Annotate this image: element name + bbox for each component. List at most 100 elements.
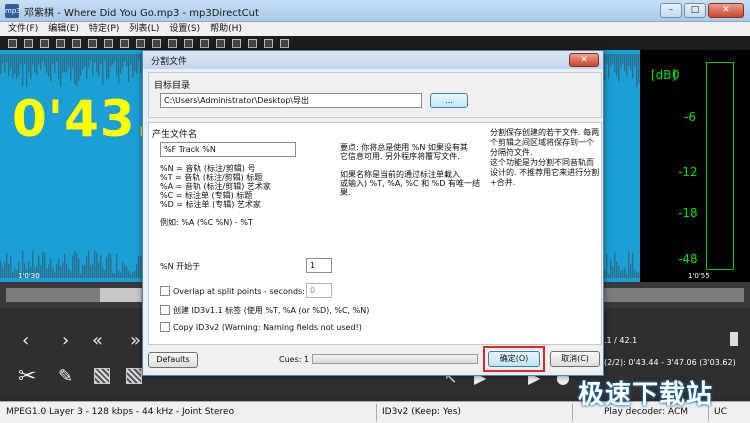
next-icon[interactable]: › — [62, 330, 69, 351]
menu-help[interactable]: 帮助(H) — [210, 22, 242, 36]
cue-icon[interactable] — [168, 38, 177, 48]
zoom-in-icon[interactable] — [248, 38, 257, 48]
wave-strand — [612, 54, 614, 64]
rewind-icon[interactable]: « — [92, 330, 103, 351]
wave-strand — [130, 54, 132, 65]
paste-icon[interactable] — [88, 38, 97, 48]
wave-strand — [66, 54, 68, 73]
wave-strand — [42, 54, 44, 63]
minimize-button[interactable]: – — [660, 3, 682, 18]
delete-icon[interactable] — [104, 38, 113, 48]
wave-strand — [40, 54, 42, 70]
browse-button[interactable]: ... — [430, 93, 468, 108]
status-separator — [376, 404, 377, 421]
save-as-icon[interactable] — [40, 38, 49, 48]
cancel-button[interactable]: 取消(C) — [550, 351, 600, 367]
ok-button[interactable]: 确定(O) — [488, 351, 540, 367]
wave-strand — [118, 54, 120, 84]
id3v2-checkbox[interactable] — [160, 322, 170, 332]
scissors-icon[interactable]: ✂ — [18, 364, 36, 389]
play-icon[interactable] — [216, 38, 225, 48]
record-icon[interactable] — [200, 38, 209, 48]
save-icon[interactable] — [24, 38, 33, 48]
info-icon[interactable] — [280, 38, 289, 48]
volume-slider[interactable] — [730, 332, 738, 346]
dialog-title: 分割文件 — [151, 57, 188, 67]
meter-level-18: -18 — [678, 206, 698, 220]
wave-strand — [92, 54, 94, 77]
wave-strand — [624, 267, 626, 278]
undo-icon[interactable] — [120, 38, 129, 48]
wave-strand — [18, 54, 20, 76]
wave-strand — [618, 54, 620, 82]
selection-info: (2/2): 0'43.44 - 3'47.06 (3'03.62) — [604, 358, 736, 367]
start-at-input[interactable]: 1 — [306, 258, 332, 273]
fade-icon[interactable] — [136, 38, 145, 48]
menu-special[interactable]: 特定(P) — [89, 22, 119, 36]
menu-list[interactable]: 列表(L) — [129, 22, 159, 36]
wave-strand — [126, 54, 128, 67]
maximize-button[interactable]: □ — [684, 3, 706, 18]
open-icon[interactable] — [8, 38, 17, 48]
wave-strand — [124, 265, 126, 278]
meter-level-48: -48 — [678, 252, 698, 266]
wave-strand — [16, 54, 18, 79]
overlap-input[interactable]: 0 — [306, 283, 332, 298]
wave-strand — [622, 269, 624, 278]
wave-strand — [84, 54, 86, 67]
wave-strand — [616, 54, 618, 76]
wave-strand — [74, 54, 76, 85]
forward-icon[interactable]: » — [130, 330, 141, 351]
wave-strand — [626, 54, 628, 77]
wave-time-left: 1'0'30 — [18, 272, 40, 280]
timeline-selection[interactable] — [100, 288, 142, 302]
normalize-icon[interactable] — [152, 38, 161, 48]
menu-settings[interactable]: 设置(S) — [169, 22, 200, 36]
wave-strand — [636, 54, 638, 88]
example-text: 例如: %A (%C %N) - %T — [160, 218, 253, 227]
wave-strand — [64, 54, 66, 73]
defaults-button[interactable]: Defaults — [148, 352, 198, 368]
menu-file[interactable]: 文件(F) — [8, 22, 38, 36]
wave-strand — [604, 54, 606, 81]
pen-icon[interactable]: ✎ — [58, 366, 73, 387]
wave-strand — [36, 54, 38, 76]
wave-strand — [628, 54, 630, 67]
wave-strand — [80, 54, 82, 76]
stop-icon[interactable] — [232, 38, 241, 48]
fade-in-icon[interactable] — [94, 368, 110, 384]
wave-strand — [90, 265, 92, 278]
wave-strand — [62, 54, 64, 73]
wave-strand — [618, 265, 620, 278]
wave-strand — [634, 54, 636, 67]
wave-strand — [70, 54, 72, 81]
wave-strand — [88, 251, 90, 278]
split-icon[interactable] — [184, 38, 193, 48]
dialog-close-button[interactable]: ✕ — [569, 53, 599, 67]
copy-icon[interactable] — [72, 38, 81, 48]
wave-time-right: 1'0'55 — [688, 272, 710, 280]
wave-strand — [116, 254, 118, 278]
wave-strand — [50, 54, 52, 82]
target-dir-input[interactable]: C:\Users\Administrator\Desktop\导出 — [160, 93, 422, 108]
zoom-out-icon[interactable] — [264, 38, 273, 48]
wave-strand — [608, 54, 610, 79]
overlap-checkbox[interactable] — [160, 286, 170, 296]
wave-strand — [12, 272, 14, 278]
wave-strand — [50, 258, 52, 278]
prev-icon[interactable]: ‹ — [22, 330, 29, 351]
name-pattern-input[interactable]: %F Track %N — [160, 142, 296, 157]
cut-icon[interactable] — [56, 38, 65, 48]
close-button[interactable]: ✕ — [708, 3, 744, 18]
id3v1-checkbox[interactable] — [160, 305, 170, 315]
menu-edit[interactable]: 编辑(E) — [48, 22, 79, 36]
wave-strand — [628, 251, 630, 278]
wave-strand — [112, 54, 114, 65]
wave-strand — [46, 268, 48, 278]
wave-strand — [68, 54, 70, 68]
status-extra: UC — [714, 407, 727, 417]
fade-out-icon[interactable] — [126, 368, 142, 384]
wave-strand — [612, 266, 614, 278]
wave-strand — [120, 272, 122, 278]
target-dir-label: 目标目录 — [154, 81, 191, 91]
